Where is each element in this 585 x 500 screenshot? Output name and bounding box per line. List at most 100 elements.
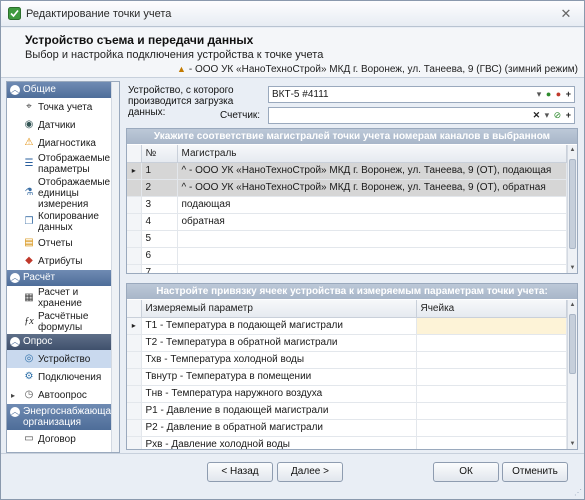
sidebar-group-energy-supplier[interactable]: ︿ Энергоснабжающая организация (7, 404, 119, 430)
sidebar-item-metering-point[interactable]: ⌖ Точка учета (7, 98, 119, 116)
cell-param[interactable]: T2 - Температура в обратной магистрали (141, 334, 417, 352)
cell-line[interactable] (177, 247, 567, 265)
table-row[interactable]: 3 подающая (127, 196, 567, 214)
dropdown-icon[interactable]: ▾ (537, 89, 543, 99)
table-row[interactable]: 5 (127, 230, 567, 248)
cell-line[interactable]: ^ - ООО УК «НаноТехноСтрой» МКД г. Ворон… (177, 179, 567, 197)
table-row[interactable]: P2 - Давление в обратной магистрали (127, 419, 567, 437)
scroll-up-icon[interactable]: ▲ (568, 300, 577, 310)
scroll-down-icon[interactable]: ▼ (568, 263, 577, 273)
cell-num[interactable]: 3 (141, 196, 178, 214)
scroll-thumb[interactable] (569, 314, 576, 374)
next-button[interactable]: Далее > (277, 462, 343, 482)
sidebar-scrollbar[interactable] (111, 82, 119, 452)
back-button[interactable]: < Назад (207, 462, 273, 482)
sidebar-group-calculation[interactable]: ︿ Расчёт (7, 270, 119, 286)
cell-line[interactable] (177, 230, 567, 248)
cell-num[interactable]: 1 (141, 162, 178, 180)
cell-line[interactable]: ^ - ООО УК «НаноТехноСтрой» МКД г. Ворон… (177, 162, 567, 180)
cell-num[interactable]: 5 (141, 230, 178, 248)
expand-icon[interactable]: ▸ (11, 390, 15, 401)
clock-icon: ◷ (24, 389, 34, 400)
cell-param[interactable]: Твнутр - Температура в помещении (141, 368, 417, 386)
scroll-down-icon[interactable]: ▼ (568, 439, 577, 449)
cell-line[interactable]: подающая (177, 196, 567, 214)
cell-device-cell[interactable] (416, 385, 567, 403)
sidebar-group-polling[interactable]: ︿ Опрос (7, 334, 119, 350)
cell-param[interactable]: Тхв - Температура холодной воды (141, 351, 417, 369)
device-select[interactable]: ВКТ-5 #4111 ▾ ● ● + (268, 86, 575, 103)
wizard-header: Устройство съема и передачи данных Выбор… (1, 28, 584, 78)
cell-line[interactable] (177, 264, 567, 273)
group-label: Расчёт (23, 272, 56, 283)
table-row[interactable]: Рхв - Давление холодной воды (127, 436, 567, 449)
sidebar-item-connections[interactable]: ⚙ Подключения (7, 368, 119, 386)
cell-param[interactable]: P1 - Давление в подающей магистрали (141, 402, 417, 420)
sidebar-item-formulas[interactable]: ƒx Расчётные формулы (7, 310, 119, 334)
table-row[interactable]: Твнутр - Температура в помещении (127, 368, 567, 386)
refresh-icon[interactable]: ● (556, 89, 562, 99)
cell-param[interactable]: Рхв - Давление холодной воды (141, 436, 417, 449)
cell-num[interactable]: 6 (141, 247, 178, 265)
sidebar-item-label: Автоопрос (38, 389, 87, 401)
sidebar-item-displayed-params[interactable]: ☰ Отображаемые параметры (7, 152, 119, 176)
table-row[interactable]: T2 - Температура в обратной магистрали (127, 334, 567, 352)
resize-grip-icon[interactable]: ⋰ (574, 488, 582, 497)
column-header-num[interactable]: № (141, 145, 178, 163)
cell-num[interactable]: 7 (141, 264, 178, 273)
cell-device-cell[interactable] (416, 334, 567, 352)
sidebar-item-autopoll[interactable]: ▸ ◷ Автоопрос (7, 386, 119, 404)
cell-device-cell[interactable] (416, 351, 567, 369)
cell-device-cell[interactable] (416, 317, 567, 335)
cell-num[interactable]: 4 (141, 213, 178, 231)
add-icon[interactable]: + (566, 110, 572, 120)
app-icon (8, 7, 21, 20)
link-icon[interactable]: ⊘ (554, 110, 563, 120)
cancel-button[interactable]: Отменить (502, 462, 568, 482)
params-scrollbar[interactable]: ▲ ▼ (567, 300, 577, 449)
sidebar-item-diagnostics[interactable]: ⚠ Диагностика (7, 134, 119, 152)
scroll-up-icon[interactable]: ▲ (568, 145, 577, 155)
table-row[interactable]: 2 ^ - ООО УК «НаноТехноСтрой» МКД г. Вор… (127, 179, 567, 197)
row-indicator (127, 230, 142, 248)
sidebar-item-reports[interactable]: ▤ Отчеты (7, 234, 119, 252)
cell-param[interactable]: Тнв - Температура наружного воздуха (141, 385, 417, 403)
table-row[interactable]: ▸ T1 - Температура в подающей магистрали (127, 317, 567, 335)
column-header-line[interactable]: Магистраль (177, 145, 567, 163)
cell-device-cell[interactable] (416, 368, 567, 386)
window-title: Редактирование точки учета (26, 8, 172, 20)
sidebar-item-contract[interactable]: ▭ Договор (7, 430, 119, 448)
sidebar-item-copy-data[interactable]: ❐ Копирование данных (7, 210, 119, 234)
table-row[interactable]: P1 - Давление в подающей магистрали (127, 402, 567, 420)
sidebar-item-calc-storage[interactable]: ▦ Расчет и хранение (7, 286, 119, 310)
table-row[interactable]: 6 (127, 247, 567, 265)
clear-icon[interactable]: ✕ (533, 110, 542, 120)
cell-num[interactable]: 2 (141, 179, 178, 197)
sidebar-group-general[interactable]: ︿ Общие (7, 82, 119, 98)
cell-param[interactable]: P2 - Давление в обратной магистрали (141, 419, 417, 437)
meter-select[interactable]: ✕ ▾ ⊘ + (268, 107, 575, 124)
close-icon[interactable]: ✕ (558, 6, 574, 21)
scroll-thumb[interactable] (569, 159, 576, 249)
cell-line[interactable]: обратная (177, 213, 567, 231)
add-icon[interactable]: + (566, 89, 572, 99)
cell-param[interactable]: T1 - Температура в подающей магистрали (141, 317, 417, 335)
link-icon[interactable]: ● (546, 89, 552, 99)
ok-button[interactable]: ОК (433, 462, 499, 482)
dropdown-icon[interactable]: ▾ (545, 110, 551, 120)
cell-device-cell[interactable] (416, 436, 567, 449)
column-header-cell[interactable]: Ячейка (416, 300, 567, 318)
sidebar-item-device[interactable]: ◎ Устройство (7, 350, 119, 368)
cell-device-cell[interactable] (416, 419, 567, 437)
table-row[interactable]: 4 обратная (127, 213, 567, 231)
sidebar-item-displayed-units[interactable]: ⚗ Отображаемые единицы измерения (7, 176, 119, 210)
table-row[interactable]: ▸ 1 ^ - ООО УК «НаноТехноСтрой» МКД г. В… (127, 162, 567, 180)
channels-scrollbar[interactable]: ▲ ▼ (567, 145, 577, 273)
sidebar-item-sensors[interactable]: ◉ Датчики (7, 116, 119, 134)
cell-device-cell[interactable] (416, 402, 567, 420)
table-row[interactable]: Тнв - Температура наружного воздуха (127, 385, 567, 403)
table-row[interactable]: 7 (127, 264, 567, 273)
column-header-param[interactable]: Измеряемый параметр (141, 300, 417, 318)
table-row[interactable]: Тхв - Температура холодной воды (127, 351, 567, 369)
sidebar-item-attributes[interactable]: ◆ Атрибуты (7, 252, 119, 270)
